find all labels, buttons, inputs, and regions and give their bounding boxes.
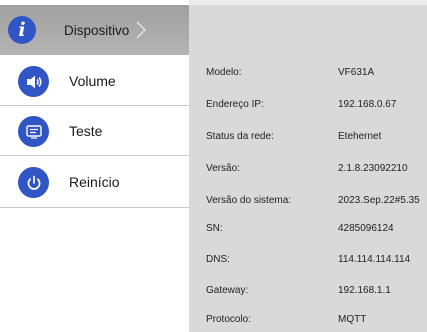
info-key: DNS: <box>206 254 230 265</box>
info-value: VF631A <box>338 67 375 78</box>
speaker-icon <box>18 66 49 97</box>
power-icon <box>18 167 49 198</box>
sidebar-item-label: Reinício <box>69 173 120 190</box>
sidebar-item-reinicio[interactable]: Reinício <box>0 156 189 208</box>
info-row-protocol: Protocolo: MQTT <box>189 304 427 332</box>
info-row-network-status: Status da rede: Etehernet <box>189 121 427 153</box>
info-value: Etehernet <box>338 131 382 142</box>
sidebar-item-label: Teste <box>69 122 103 139</box>
info-row-modelo: Modelo: VF631A <box>189 57 427 89</box>
info-key: Protocolo: <box>206 314 252 325</box>
info-icon: i <box>8 16 36 44</box>
sidebar-item-teste[interactable]: Teste <box>0 106 189 156</box>
chevron-right-icon <box>136 21 146 39</box>
info-key: Status da rede: <box>206 131 274 142</box>
screen-test-icon <box>18 116 49 147</box>
sidebar-item-label: Dispositivo <box>64 22 130 38</box>
info-row-gateway: Gateway: 192.168.1.1 <box>189 275 427 307</box>
sidebar-item-volume[interactable]: Volume <box>0 56 189 106</box>
info-key: Endereço IP: <box>206 99 264 110</box>
info-value: 2.1.8.23092210 <box>338 163 408 174</box>
sidebar-item-label: Volume <box>69 72 116 89</box>
info-value: 114.114.114.114 <box>338 254 411 265</box>
info-key: Modelo: <box>206 67 242 78</box>
sidebar: i Dispositivo Volume Teste Reinício <box>0 0 189 332</box>
info-row-version: Versão: 2.1.8.23092210 <box>189 153 427 185</box>
info-key: Gateway: <box>206 285 249 296</box>
info-value: MQTT <box>338 314 367 325</box>
info-row-dns: DNS: 114.114.114.114 <box>189 244 427 276</box>
info-key: Versão: <box>206 163 240 174</box>
panel-top-strip <box>189 0 427 5</box>
sidebar-item-dispositivo[interactable]: i Dispositivo <box>0 5 189 55</box>
info-value: 4285096124 <box>338 223 394 234</box>
info-key: SN: <box>206 223 223 234</box>
info-value: 192.168.0.67 <box>338 99 397 110</box>
info-row-ip: Endereço IP: 192.168.0.67 <box>189 89 427 121</box>
info-value: 192.168.1.1 <box>338 285 391 296</box>
info-row-sn: SN: 4285096124 <box>189 213 427 245</box>
